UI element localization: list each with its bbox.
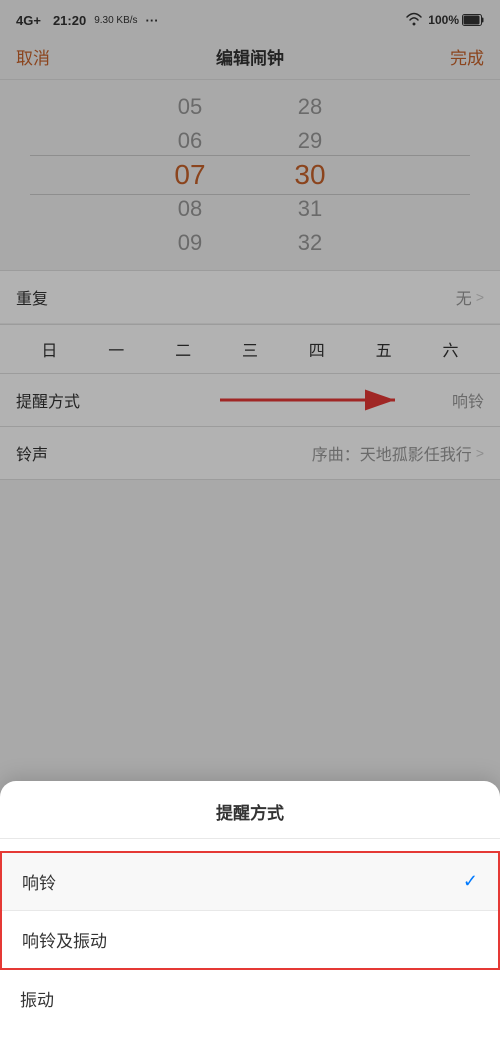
modal-option-ring-vibrate-label: 响铃及振动 [22, 927, 107, 952]
modal-sheet: 提醒方式 响铃 ✓ 响铃及振动 振动 [0, 781, 500, 1057]
modal-options-bordered: 响铃 ✓ 响铃及振动 [0, 851, 500, 970]
modal-overlay[interactable]: 提醒方式 响铃 ✓ 响铃及振动 振动 [0, 0, 500, 1057]
modal-option-ring-label: 响铃 [22, 869, 56, 894]
modal-option-vibrate-label: 振动 [20, 986, 54, 1011]
modal-title: 提醒方式 [0, 781, 500, 839]
modal-option-ring-vibrate[interactable]: 响铃及振动 [2, 911, 498, 968]
check-icon: ✓ [463, 871, 478, 892]
modal-option-ring[interactable]: 响铃 ✓ [2, 853, 498, 911]
modal-option-vibrate[interactable]: 振动 [0, 970, 500, 1027]
